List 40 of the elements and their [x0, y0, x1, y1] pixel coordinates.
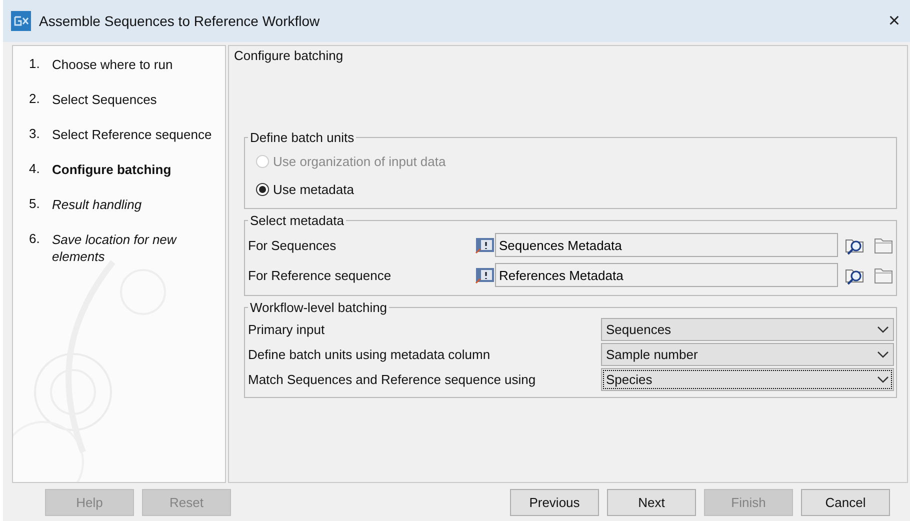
page-title: Configure batching	[234, 48, 344, 63]
chevron-down-icon	[877, 376, 889, 384]
field-label: Define batch units using metadata column	[248, 347, 492, 362]
chevron-down-icon	[877, 350, 889, 358]
window-title: Assemble Sequences to Reference Workflow	[39, 13, 321, 29]
field-label: For Reference sequence	[248, 268, 392, 282]
step-number: 1.	[29, 56, 41, 73]
radio-button[interactable]	[256, 182, 269, 196]
step-label[interactable]: Select Reference sequence	[52, 126, 212, 143]
step-label[interactable]: Result handling	[52, 196, 142, 213]
step-label[interactable]: Choose where to run	[52, 56, 173, 73]
step-label[interactable]: Configure batching	[52, 161, 172, 178]
group-title: Select metadata	[249, 213, 345, 228]
metadata-field[interactable]: Sequences Metadata	[495, 233, 838, 257]
metadata-table-icon	[475, 266, 495, 284]
dialog-button[interactable]: Cancel	[801, 488, 890, 516]
dropdown[interactable]: Sequences	[601, 318, 894, 341]
group-title: Workflow-level batching	[249, 300, 388, 315]
step-label[interactable]: Select Sequences	[52, 91, 157, 108]
close-button[interactable]: ×	[884, 10, 904, 32]
dialog-button[interactable]: Previous	[510, 488, 599, 516]
step-number: 6.	[29, 231, 41, 248]
step-label[interactable]: Save location for new elements	[52, 231, 217, 265]
dropdown[interactable]: Sample number	[601, 343, 894, 366]
radio-label: Use metadata	[273, 182, 354, 196]
step-number: 2.	[29, 91, 41, 108]
step-number: 5.	[29, 196, 41, 213]
step-number: 3.	[29, 126, 41, 143]
group-title: Define batch units	[249, 130, 356, 145]
radio-label: Use organization of input data	[273, 154, 446, 168]
chevron-down-icon	[877, 326, 889, 334]
field-label: Primary input	[248, 322, 326, 337]
dropdown[interactable]: Species	[601, 368, 894, 391]
app-logo-icon	[11, 11, 31, 31]
metadata-table-icon	[475, 236, 495, 254]
step-number: 4.	[29, 161, 41, 178]
field-label: For Sequences	[248, 238, 338, 252]
field-label: Match Sequences and Reference sequence using	[248, 372, 537, 387]
dialog-button[interactable]: Next	[607, 488, 696, 516]
metadata-field[interactable]: References Metadata	[495, 263, 838, 287]
